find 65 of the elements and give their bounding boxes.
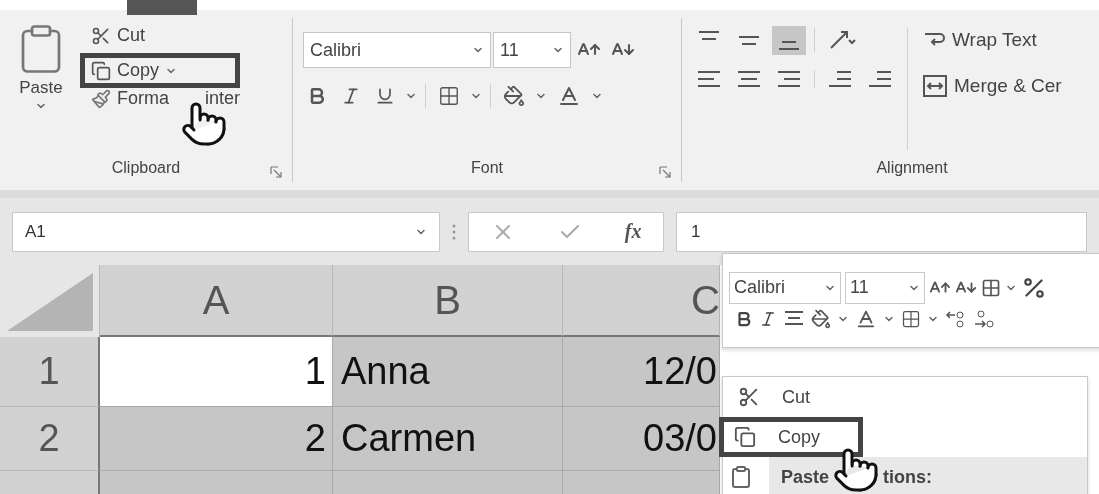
copy-button[interactable]: Copy	[80, 53, 241, 88]
table-cell: Anna	[333, 337, 563, 407]
middle-align-icon	[736, 34, 762, 46]
table-cell: 2	[100, 407, 333, 471]
merge-center-button[interactable]: Merge & Cer	[918, 70, 1066, 102]
row-header[interactable]: 2	[0, 407, 100, 471]
menu-item[interactable]: Cut	[723, 377, 825, 417]
fill-color-icon[interactable]	[811, 308, 831, 329]
column-header[interactable]: B	[333, 265, 563, 337]
paint-bucket-icon	[503, 85, 525, 107]
dialog-launcher-icon[interactable]	[270, 166, 282, 178]
group-label: Font	[471, 159, 503, 177]
scissors-icon	[91, 25, 111, 46]
italic-icon	[341, 86, 361, 106]
format-painter-label: inter	[205, 88, 241, 109]
cut-button[interactable]: Cut	[80, 18, 241, 53]
formula-field[interactable]: 1	[676, 211, 1087, 252]
bottom-align-button[interactable]	[772, 25, 806, 55]
column-header[interactable]: C	[563, 265, 720, 337]
font-name-field[interactable]: Calibri	[303, 32, 491, 68]
decrease-decimal-icon[interactable]	[945, 308, 967, 329]
font-color-icon	[557, 84, 581, 108]
insert-function-button[interactable]: fx	[624, 220, 642, 243]
top-align-icon	[696, 29, 722, 41]
column-header[interactable]: A	[100, 265, 333, 337]
bottom-align-icon	[776, 39, 802, 51]
align-center-icon	[736, 70, 762, 88]
decrease-indent-icon	[827, 70, 853, 88]
borders-icon[interactable]	[901, 308, 921, 329]
italic-icon[interactable]	[759, 309, 777, 328]
name-box[interactable]: A1	[12, 211, 440, 252]
table-cell: 12/0	[563, 337, 720, 407]
row-header[interactable]: 1	[0, 337, 100, 407]
underline-icon	[375, 86, 395, 106]
increase-decimal-icon[interactable]	[973, 308, 995, 329]
menu-section-label: tions:	[883, 466, 933, 488]
wrap-text-button[interactable]: Wrap Text	[918, 24, 1066, 56]
grip-icon	[452, 222, 456, 241]
table-cell: Carmen	[333, 407, 563, 471]
copy-icon	[91, 60, 111, 81]
menu-section-label: Paste	[781, 466, 830, 488]
font-size-field[interactable]: 11	[493, 32, 571, 68]
format-table-icon[interactable]	[981, 277, 1001, 298]
paste-button[interactable]: Paste	[10, 18, 72, 154]
font-name-field[interactable]: Calibri	[729, 271, 841, 304]
menu-item[interactable]: Copy	[719, 417, 863, 457]
merge-cells-icon	[922, 74, 948, 98]
font-size-field[interactable]: 11	[845, 271, 925, 304]
table-cell: 03/0	[563, 407, 720, 471]
group-label: Alignment	[876, 159, 948, 177]
paintbrush-icon	[91, 88, 111, 109]
clipboard-icon	[729, 465, 753, 489]
table-cell: 1	[100, 337, 333, 407]
align-left-icon	[696, 70, 722, 88]
scissors-icon	[738, 386, 760, 408]
group-label: Clipboard	[111, 159, 181, 177]
format-painter-label: Forma	[117, 88, 169, 109]
borders-icon	[438, 85, 460, 107]
bold-icon[interactable]	[735, 309, 753, 328]
corner-triangle-icon	[7, 273, 93, 331]
dialog-launcher-icon[interactable]	[659, 166, 671, 178]
align-right-icon	[776, 70, 802, 88]
copy-icon	[734, 426, 756, 448]
active-tab-indicator	[127, 0, 197, 15]
increase-indent-icon	[867, 70, 893, 88]
